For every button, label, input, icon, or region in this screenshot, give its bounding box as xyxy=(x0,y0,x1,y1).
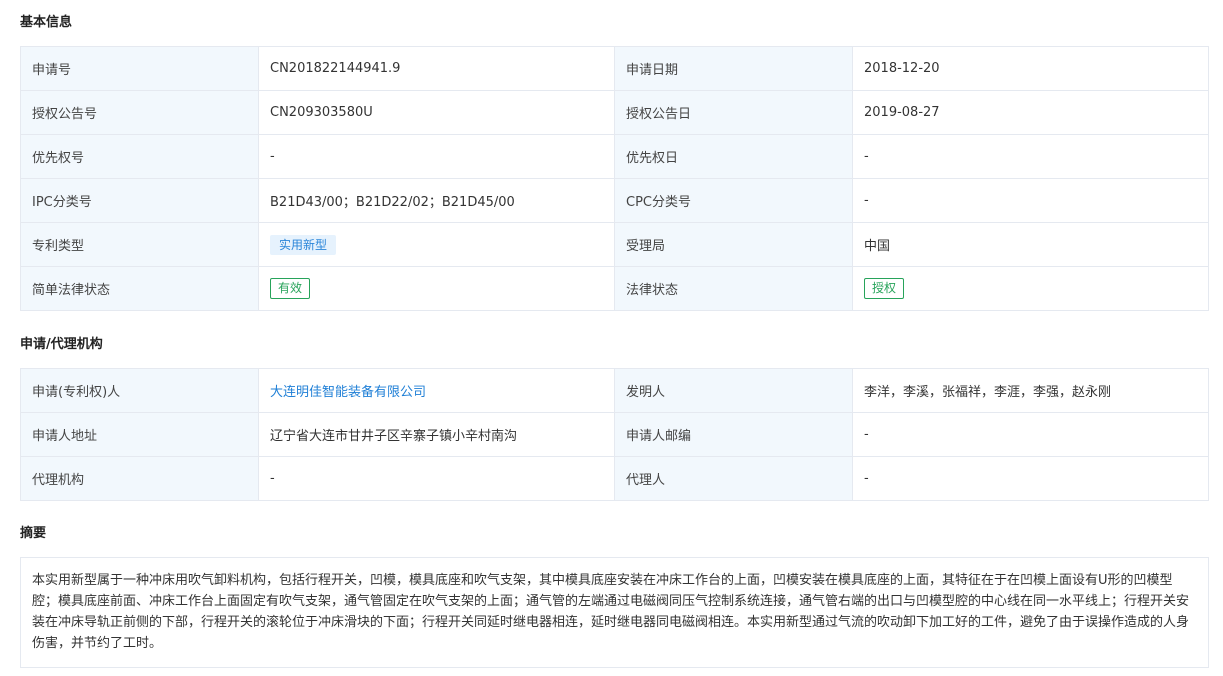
table-row: 优先权号 - 优先权日 - xyxy=(20,134,1209,179)
table-row: 专利类型 实用新型 受理局 中国 xyxy=(20,222,1209,267)
receiving-office-value: 中国 xyxy=(852,222,1209,267)
inventor-label: 发明人 xyxy=(614,368,853,413)
status-badge: 有效 xyxy=(270,278,311,299)
application-number-label: 申请号 xyxy=(20,46,259,91)
priority-date-value: - xyxy=(852,134,1209,179)
legal-status-label: 法律状态 xyxy=(614,266,853,311)
simple-legal-status-value: 有效 xyxy=(258,266,615,311)
section-title-abstract: 摘要 xyxy=(20,526,47,541)
priority-number-label: 优先权号 xyxy=(20,134,259,179)
applicant-postcode-label: 申请人邮编 xyxy=(614,412,853,457)
table-row: 授权公告号 CN209303580U 授权公告日 2019-08-27 xyxy=(20,90,1209,135)
ipc-class-value: B21D43/00；B21D22/02；B21D45/00 xyxy=(258,178,615,223)
abstract-text: 本实用新型属于一种冲床用吹气卸料机构，包括行程开关，凹模，模具底座和吹气支架，其… xyxy=(20,557,1209,668)
patent-type-label: 专利类型 xyxy=(20,222,259,267)
agency-value: - xyxy=(258,456,615,501)
basic-info-table: 申请号 CN201822144941.9 申请日期 2018-12-20 授权公… xyxy=(20,46,1209,311)
table-row: 申请(专利权)人 大连明佳智能装备有限公司 发明人 李洋，李溪，张福祥，李涯，李… xyxy=(20,368,1209,413)
applicant-address-label: 申请人地址 xyxy=(20,412,259,457)
cpc-class-value: - xyxy=(852,178,1209,223)
priority-date-label: 优先权日 xyxy=(614,134,853,179)
ipc-class-label: IPC分类号 xyxy=(20,178,259,223)
section-title-basic-info: 基本信息 xyxy=(20,15,73,30)
applicant-postcode-value: - xyxy=(852,412,1209,457)
table-row: 申请人地址 辽宁省大连市甘井子区辛寨子镇小辛村南沟 申请人邮编 - xyxy=(20,412,1209,457)
table-row: IPC分类号 B21D43/00；B21D22/02；B21D45/00 CPC… xyxy=(20,178,1209,223)
agent-label: 代理人 xyxy=(614,456,853,501)
priority-number-value: - xyxy=(258,134,615,179)
legal-status-value: 授权 xyxy=(852,266,1209,311)
simple-legal-status-label: 简单法律状态 xyxy=(20,266,259,311)
section-title-agency: 申请/代理机构 xyxy=(20,337,103,352)
applicant-address-value: 辽宁省大连市甘井子区辛寨子镇小辛村南沟 xyxy=(258,412,615,457)
agent-value: - xyxy=(852,456,1209,501)
inventor-value: 李洋，李溪，张福祥，李涯，李强，赵永刚 xyxy=(852,368,1209,413)
receiving-office-label: 受理局 xyxy=(614,222,853,267)
agency-table: 申请(专利权)人 大连明佳智能装备有限公司 发明人 李洋，李溪，张福祥，李涯，李… xyxy=(20,368,1209,501)
applicant-value: 大连明佳智能装备有限公司 xyxy=(258,368,615,413)
table-row: 简单法律状态 有效 法律状态 授权 xyxy=(20,266,1209,311)
application-date-label: 申请日期 xyxy=(614,46,853,91)
grant-publication-number-value: CN209303580U xyxy=(258,90,615,135)
grant-publication-date-label: 授权公告日 xyxy=(614,90,853,135)
applicant-link[interactable]: 大连明佳智能装备有限公司 xyxy=(270,385,426,400)
cpc-class-label: CPC分类号 xyxy=(614,178,853,223)
grant-publication-date-value: 2019-08-27 xyxy=(852,90,1209,135)
table-row: 申请号 CN201822144941.9 申请日期 2018-12-20 xyxy=(20,46,1209,91)
application-number-value: CN201822144941.9 xyxy=(258,46,615,91)
applicant-label: 申请(专利权)人 xyxy=(20,368,259,413)
legal-status-badge: 授权 xyxy=(864,278,905,299)
application-date-value: 2018-12-20 xyxy=(852,46,1209,91)
grant-publication-number-label: 授权公告号 xyxy=(20,90,259,135)
patent-type-tag: 实用新型 xyxy=(270,234,337,255)
table-row: 代理机构 - 代理人 - xyxy=(20,456,1209,501)
agency-label: 代理机构 xyxy=(20,456,259,501)
patent-type-value: 实用新型 xyxy=(258,222,615,267)
